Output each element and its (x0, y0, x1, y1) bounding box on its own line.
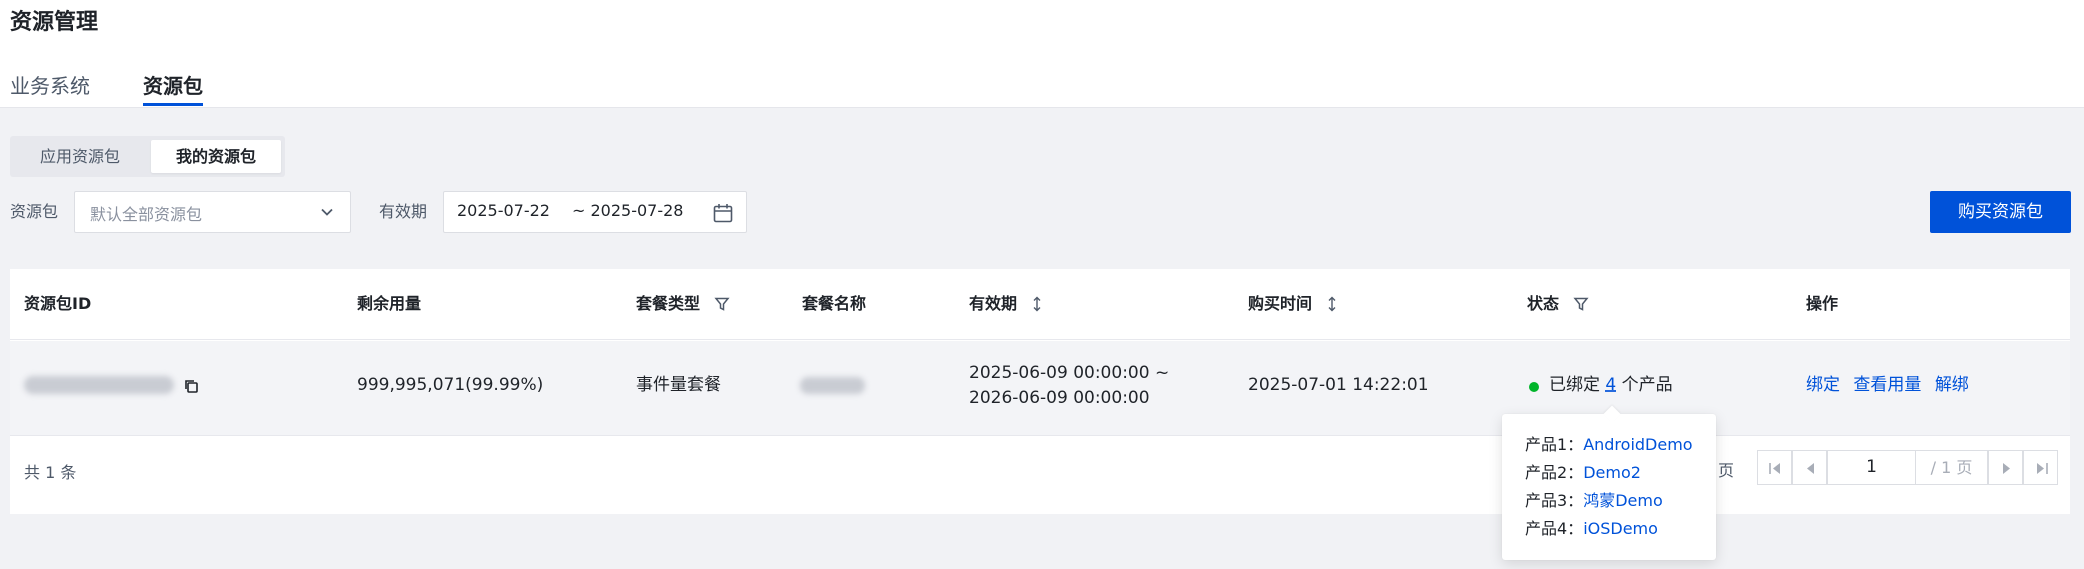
product-link[interactable]: iOSDemo (1583, 519, 1658, 538)
prev-page-button[interactable] (1792, 450, 1827, 485)
tab-resource-package[interactable]: 资源包 (143, 72, 203, 106)
package-segmented-control: 应用资源包 我的资源包 (10, 136, 285, 177)
col-actions: 操作 (1806, 294, 1839, 313)
total-count: 共 1 条 (24, 463, 77, 482)
col-status: 状态 (1527, 292, 1589, 316)
col-package-id: 资源包ID (24, 294, 92, 313)
tab-business-system[interactable]: 业务系统 (10, 72, 90, 100)
page-total: / 1 页 (1916, 450, 1988, 485)
popover-item: 产品4：iOSDemo (1525, 518, 1658, 540)
cell-purchase-time: 2025-07-01 14:22:01 (1248, 375, 1429, 395)
popover-item: 产品2：Demo2 (1525, 462, 1641, 484)
next-page-icon (2003, 463, 2010, 474)
col-validity-label: 有效期 (969, 294, 1018, 313)
cell-validity-end: 2026-06-09 00:00:00 (969, 388, 1150, 408)
product-label: 产品1： (1525, 435, 1584, 454)
product-link[interactable]: AndroidDemo (1583, 435, 1692, 454)
buy-package-button[interactable]: 购买资源包 (1930, 191, 2071, 233)
product-label: 产品4： (1525, 519, 1584, 538)
view-usage-action[interactable]: 查看用量 (1853, 375, 1921, 395)
package-select[interactable]: 默认全部资源包 (74, 191, 351, 233)
last-page-button[interactable] (2023, 450, 2058, 485)
product-link[interactable]: 鸿蒙Demo (1583, 491, 1663, 510)
product-label: 产品3： (1525, 491, 1584, 510)
package-filter-label: 资源包 (10, 202, 59, 221)
chevron-down-icon (321, 208, 333, 216)
next-page-button[interactable] (1988, 450, 2023, 485)
date-end: ~ 2025-07-28 (572, 201, 684, 220)
first-page-button[interactable] (1757, 450, 1792, 485)
col-purchase-time-label: 购买时间 (1248, 294, 1313, 313)
col-type-label: 套餐类型 (636, 294, 701, 313)
sort-icon[interactable] (1326, 296, 1338, 312)
date-start: 2025-07-22 (457, 201, 550, 220)
prev-page-icon (1807, 463, 1814, 474)
last-page-icon (2037, 463, 2048, 474)
date-range-picker[interactable]: 2025-07-22 ~ 2025-07-28 (443, 191, 747, 233)
col-validity: 有效期 (969, 292, 1043, 316)
col-status-label: 状态 (1527, 294, 1560, 313)
col-name: 套餐名称 (802, 294, 867, 313)
redacted-package-name (800, 377, 865, 394)
bound-products-popover: 产品1：AndroidDemo 产品2：Demo2 产品3：鸿蒙Demo 产品4… (1502, 414, 1716, 560)
status-dot (1529, 382, 1539, 392)
status-prefix: 已绑定 (1549, 375, 1600, 395)
product-label: 产品2： (1525, 463, 1584, 482)
segment-my-packages[interactable]: 我的资源包 (151, 140, 281, 173)
copy-icon[interactable] (183, 378, 199, 394)
product-link[interactable]: Demo2 (1583, 463, 1641, 482)
col-remaining: 剩余用量 (357, 294, 422, 313)
validity-filter-label: 有效期 (379, 202, 428, 221)
cell-type: 事件量套餐 (636, 375, 721, 395)
bound-count-link[interactable]: 4 (1605, 375, 1616, 395)
top-header: 资源管理 业务系统 资源包 (0, 0, 2084, 108)
package-select-placeholder: 默认全部资源包 (90, 205, 203, 224)
popover-item: 产品3：鸿蒙Demo (1525, 490, 1663, 512)
redacted-package-id (24, 376, 174, 394)
segment-app-packages[interactable]: 应用资源包 (14, 140, 146, 173)
table-header: 资源包ID 剩余用量 套餐类型 套餐名称 有效期 购买时间 状态 操作 (10, 269, 2070, 340)
status-suffix: 个产品 (1621, 375, 1673, 395)
cell-status: 已绑定 4 个产品 (1549, 373, 1673, 398)
filter-icon[interactable] (714, 296, 730, 312)
bind-action[interactable]: 绑定 (1806, 375, 1840, 395)
cell-actions: 绑定 查看用量 解绑 (1806, 373, 1969, 398)
col-purchase-time: 购买时间 (1248, 292, 1338, 316)
page-number-input[interactable]: 1 (1827, 450, 1916, 485)
page-title: 资源管理 (10, 10, 99, 35)
packages-table: 资源包ID 剩余用量 套餐类型 套餐名称 有效期 购买时间 状态 操作 999,… (10, 269, 2070, 514)
col-type: 套餐类型 (636, 292, 730, 316)
popover-item: 产品1：AndroidDemo (1525, 434, 1693, 456)
calendar-icon (713, 204, 733, 223)
unbind-action[interactable]: 解绑 (1935, 375, 1969, 395)
first-page-icon (1769, 463, 1780, 474)
cell-remaining: 999,995,071(99.99%) (357, 375, 544, 395)
cell-validity-start: 2025-06-09 00:00:00 ~ (969, 363, 1170, 383)
sort-icon[interactable] (1031, 296, 1043, 312)
page-size-suffix: 页 (1718, 461, 1735, 480)
filter-icon[interactable] (1573, 296, 1589, 312)
